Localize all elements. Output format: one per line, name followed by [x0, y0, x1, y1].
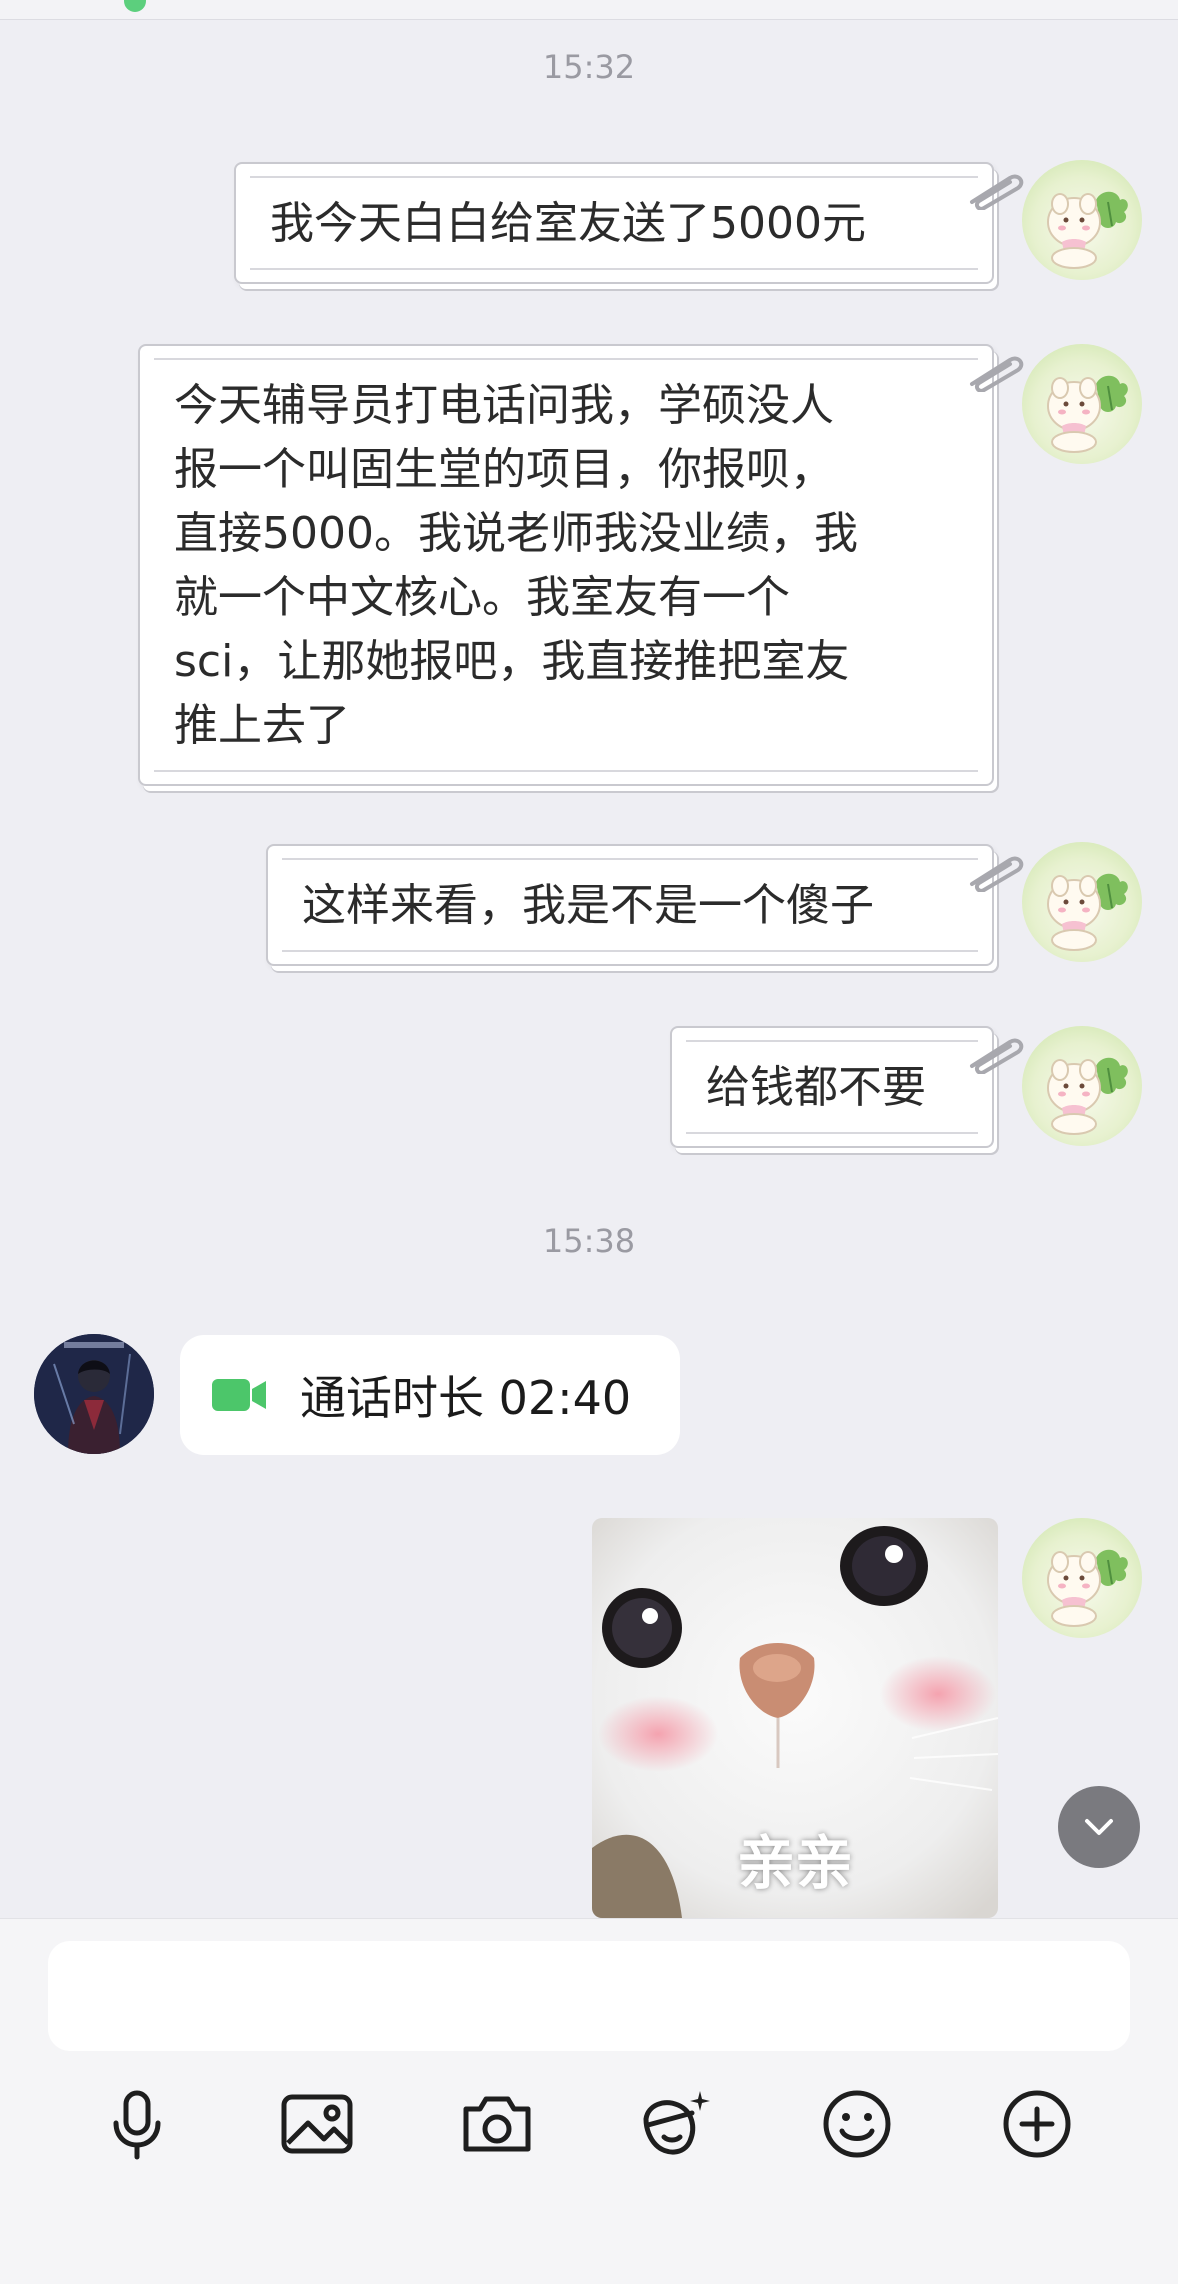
avatar[interactable] — [1022, 1518, 1142, 1638]
voice-button[interactable] — [92, 2079, 182, 2169]
avatar[interactable] — [1022, 1026, 1142, 1146]
timestamp: 15:32 — [542, 48, 636, 86]
cartoon-avatar-icon — [1047, 1057, 1128, 1135]
message-text: 今天辅导员打电话问我，学硕没人 报一个叫固生堂的项目，你报呗， 直接5000。我… — [140, 346, 992, 758]
paperclip-icon — [970, 356, 1024, 392]
message-line: 今天辅导员打电话问我，学硕没人 — [174, 380, 834, 431]
emoji-icon — [823, 2090, 891, 2158]
cartoon-avatar-icon — [1047, 191, 1128, 269]
message-text: 这样来看，我是不是一个傻子 — [302, 880, 874, 931]
online-dot-icon — [124, 0, 146, 12]
paperclip-icon — [970, 856, 1024, 892]
message-line: 推上去了 — [174, 700, 350, 751]
camera-button[interactable] — [452, 2079, 542, 2169]
message-line: 直接5000。我说老师我没业绩，我 — [174, 508, 858, 559]
image-icon — [281, 2094, 353, 2154]
chevron-down-icon — [1085, 1819, 1113, 1835]
message-line: 就一个中文核心。我室友有一个 — [174, 572, 790, 623]
camera-icon — [463, 2096, 531, 2152]
album-button[interactable] — [272, 2079, 362, 2169]
call-duration-text: 通话时长 02:40 — [300, 1371, 632, 1425]
message-line: 报一个叫固生堂的项目，你报呗， — [174, 444, 834, 495]
divider — [282, 950, 978, 952]
cartoon-avatar-icon — [1047, 1549, 1128, 1627]
microphone-icon — [113, 2090, 161, 2160]
message-bubble[interactable]: 这样来看，我是不是一个傻子 — [266, 844, 1024, 966]
divider — [686, 1132, 978, 1134]
character-avatar-icon — [34, 1334, 154, 1454]
cartoon-avatar-icon — [1047, 873, 1128, 951]
cartoon-avatar-icon — [1047, 375, 1128, 453]
message-text: 我今天白白给室友送了5000元 — [270, 198, 866, 249]
paperclip-icon — [970, 174, 1024, 210]
call-record-bubble[interactable]: 通话时长 02:40 — [180, 1335, 680, 1455]
divider — [250, 268, 978, 270]
message-bubble[interactable]: 我今天白白给室友送了5000元 — [234, 162, 1024, 284]
magic-face-icon — [643, 2091, 710, 2155]
divider — [154, 770, 978, 772]
avatar[interactable] — [1022, 842, 1142, 962]
sticker-caption: 亲亲 — [736, 1829, 853, 1897]
emoji-button[interactable] — [812, 2079, 902, 2169]
avatar[interactable] — [1022, 160, 1142, 280]
input-panel — [0, 1918, 1178, 2284]
video-call-icon — [212, 1379, 266, 1411]
more-button[interactable] — [992, 2079, 1082, 2169]
message-bubble[interactable]: 给钱都不要 — [670, 1026, 1024, 1148]
magic-face-button[interactable] — [632, 2079, 722, 2169]
chat-screen: 15:32 我今天白白给室友送了5000元 今天辅导员打电话问我，学硕没人 报一… — [0, 0, 1178, 2284]
status-header-strip — [0, 0, 1178, 20]
message-bubble[interactable]: 今天辅导员打电话问我，学硕没人 报一个叫固生堂的项目，你报呗， 直接5000。我… — [138, 344, 1024, 786]
paperclip-icon — [970, 1038, 1024, 1074]
plus-icon — [1003, 2090, 1071, 2158]
scroll-to-bottom-button[interactable] — [1058, 1786, 1140, 1868]
message-line: sci，让那她报吧，我直接推把室友 — [174, 636, 850, 687]
message-input[interactable] — [48, 1941, 1130, 2051]
message-text: 给钱都不要 — [706, 1062, 926, 1113]
cat-sticker-image[interactable]: 亲亲 — [592, 1518, 998, 1918]
contact-avatar[interactable] — [34, 1334, 154, 1454]
avatar[interactable] — [1022, 344, 1142, 464]
timestamp: 15:38 — [542, 1222, 636, 1260]
